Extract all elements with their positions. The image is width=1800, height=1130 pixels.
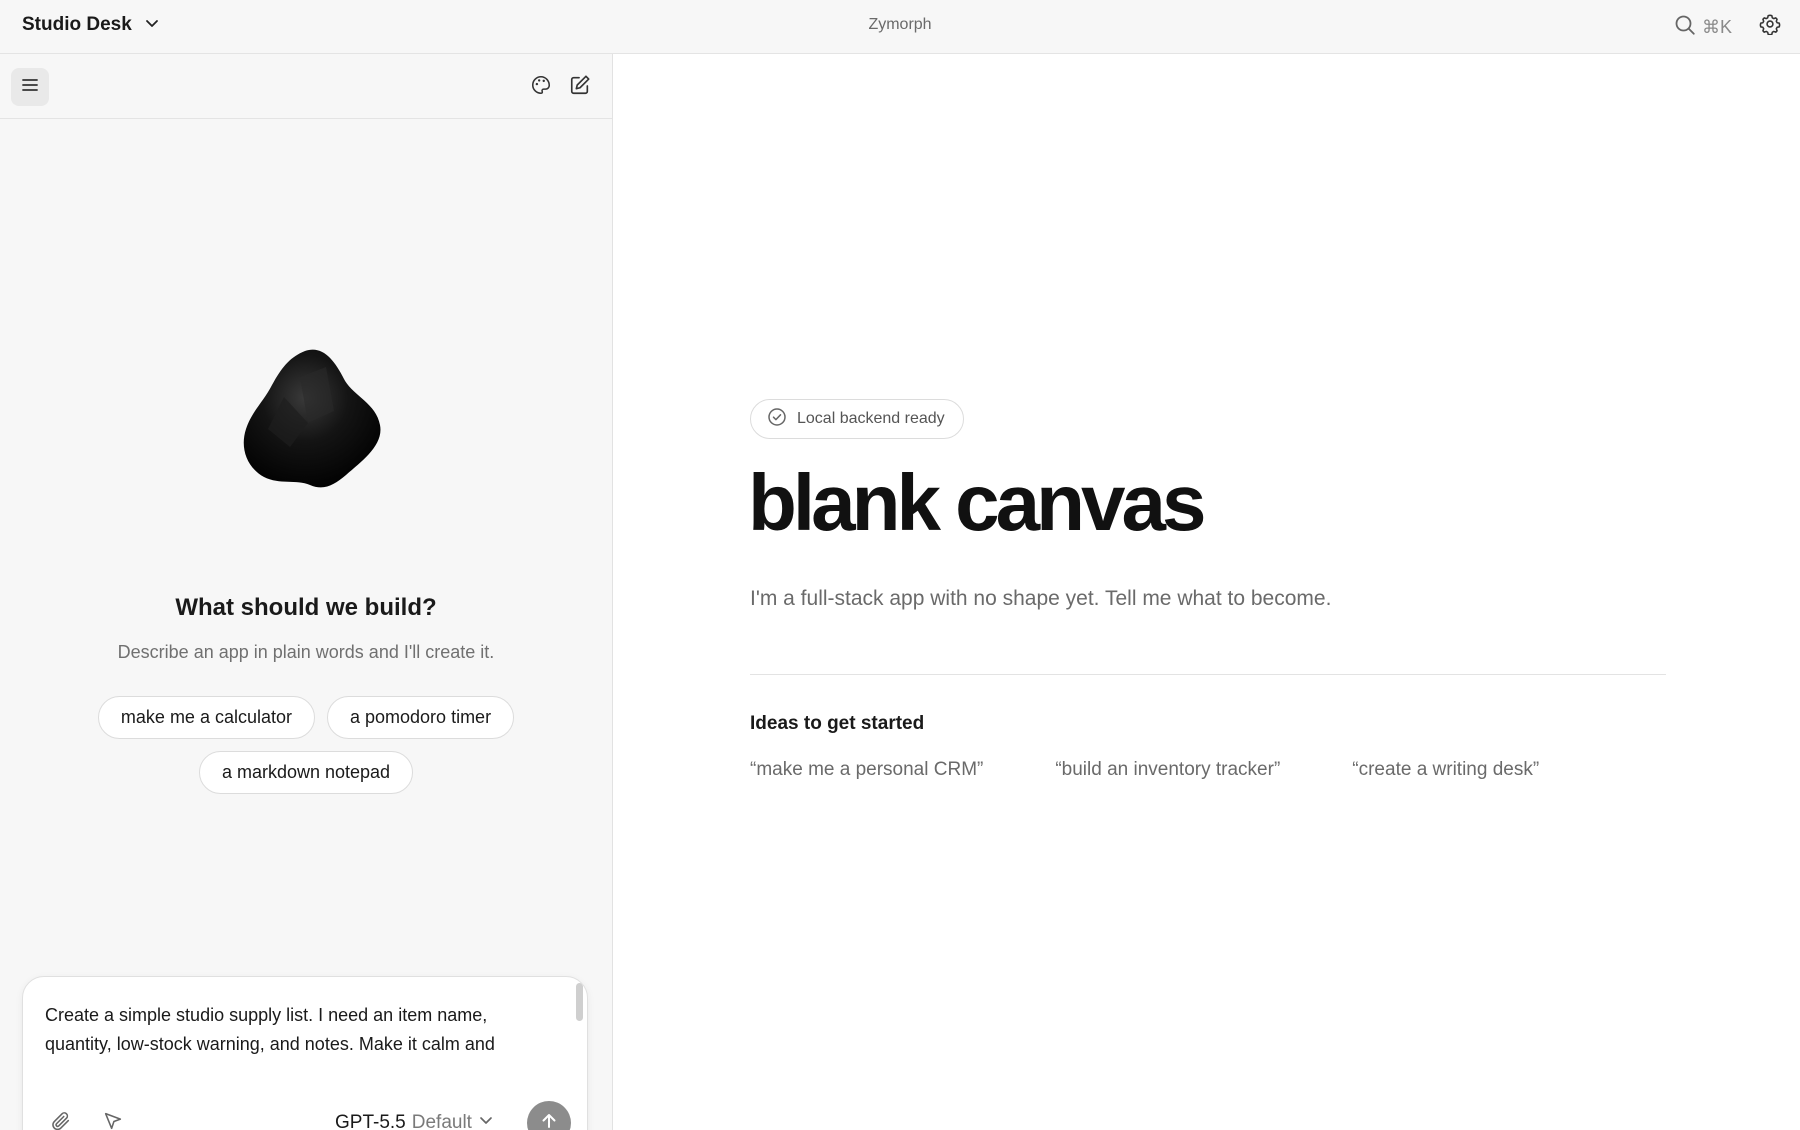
brand-blob-illustration (230, 337, 390, 497)
cursor-icon (102, 1110, 124, 1130)
message-input[interactable]: Create a simple studio supply list. I ne… (45, 1001, 555, 1059)
model-selector[interactable]: GPT-5.5 Default (335, 1109, 494, 1130)
prompt-subtitle: Describe an app in plain words and I'll … (117, 642, 495, 662)
canvas-subtitle: I'm a full-stack app with no shape yet. … (750, 587, 1332, 610)
workspace-switcher[interactable]: Studio Desk (22, 14, 160, 36)
settings-button[interactable] (1757, 13, 1783, 39)
divider (750, 674, 1666, 675)
ideas-list: “make me a personal CRM” “build an inven… (750, 759, 1539, 781)
idea-item[interactable]: “build an inventory tracker” (1055, 759, 1280, 781)
status-badge: Local backend ready (750, 399, 964, 439)
paperclip-icon (50, 1110, 72, 1130)
chevron-down-icon (478, 1112, 494, 1130)
chevron-down-icon (144, 15, 160, 36)
search-shortcut: ⌘K (1702, 17, 1733, 37)
search-icon (1674, 14, 1696, 41)
suggestion-chip[interactable]: a markdown notepad (198, 751, 414, 794)
search-button[interactable]: ⌘K (1674, 14, 1732, 41)
arrow-up-icon (539, 1111, 559, 1130)
status-text: Local backend ready (797, 410, 945, 427)
workspace-name: Studio Desk (22, 14, 132, 35)
ideas-heading: Ideas to get started (750, 713, 925, 734)
idea-item[interactable]: “make me a personal CRM” (750, 759, 983, 781)
select-element-button[interactable] (99, 1109, 127, 1130)
suggestion-chips: make me a calculator a pomodoro timer a … (56, 696, 556, 794)
canvas-title: blank canvas (748, 458, 1206, 547)
palette-icon (530, 74, 552, 101)
chat-panel-header (0, 54, 612, 119)
top-bar: Studio Desk Zymorph ⌘K (0, 0, 1800, 54)
app-canvas: Local backend ready blank canvas I'm a f… (614, 55, 1800, 1130)
message-composer: Create a simple studio supply list. I ne… (22, 976, 588, 1130)
model-name: GPT-5.5 (335, 1112, 406, 1130)
suggestion-chip[interactable]: a pomodoro timer (327, 696, 515, 739)
app-title: Zymorph (868, 16, 932, 33)
attach-button[interactable] (47, 1109, 75, 1130)
composer-scrollbar[interactable] (576, 983, 583, 1021)
model-mode: Default (411, 1112, 472, 1130)
theme-button[interactable] (528, 74, 554, 100)
new-chat-button[interactable] (567, 74, 593, 100)
idea-item[interactable]: “create a writing desk” (1352, 759, 1539, 781)
chat-panel: What should we build? Describe an app in… (0, 54, 613, 1130)
edit-icon (569, 74, 591, 101)
gear-icon (1759, 13, 1781, 40)
suggestion-chip[interactable]: make me a calculator (97, 696, 315, 739)
prompt-title: What should we build? (175, 594, 437, 621)
sidebar-menu-button[interactable] (11, 68, 49, 106)
send-button[interactable] (527, 1101, 571, 1130)
check-circle-icon (767, 407, 787, 432)
hamburger-menu-icon (21, 77, 39, 98)
